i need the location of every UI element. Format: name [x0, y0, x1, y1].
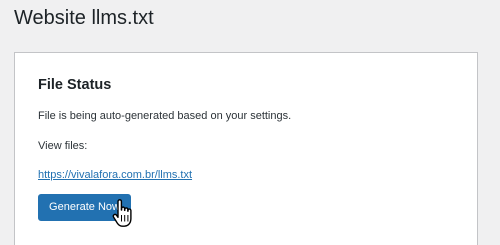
llms-file-link[interactable]: https://vivalafora.com.br/llms.txt: [38, 168, 192, 182]
file-status-card: File Status File is being auto-generated…: [14, 52, 478, 245]
page-title: Website llms.txt: [14, 7, 154, 29]
view-files-label: View files:: [38, 140, 88, 152]
file-status-description: File is being auto-generated based on yo…: [38, 110, 292, 122]
hand-pointer-icon: [112, 199, 132, 227]
file-status-title: File Status: [38, 77, 112, 93]
